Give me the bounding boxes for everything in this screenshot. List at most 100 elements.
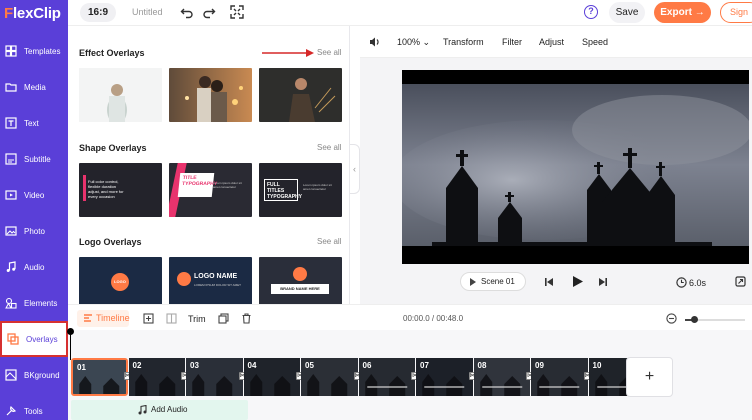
scene-duration[interactable]: 6.0s bbox=[689, 278, 706, 288]
playhead-handle-icon[interactable] bbox=[67, 328, 74, 335]
clip-number: 01 bbox=[77, 363, 86, 372]
export-button[interactable]: Export → bbox=[654, 2, 711, 23]
timeline-clip[interactable]: 06 bbox=[358, 358, 415, 396]
add-audio-button[interactable]: Add Audio bbox=[71, 400, 248, 420]
logo-overlay-thumb-1[interactable]: LOGO bbox=[79, 257, 162, 304]
effect-overlay-thumb-3[interactable] bbox=[259, 68, 342, 122]
music-note-icon bbox=[138, 405, 147, 415]
grid-icon bbox=[5, 45, 17, 57]
add-scene-icon[interactable] bbox=[143, 313, 154, 324]
overlays-icon bbox=[7, 333, 19, 345]
playhead[interactable] bbox=[67, 328, 74, 360]
clip-number: 06 bbox=[362, 361, 372, 370]
sign-in-button[interactable]: Sign bbox=[720, 2, 752, 23]
effect-overlay-thumb-2[interactable] bbox=[169, 68, 252, 122]
split-icon[interactable] bbox=[166, 313, 177, 324]
clip-number: 05 bbox=[305, 361, 314, 370]
sidebar-item-photo[interactable]: Photo bbox=[0, 213, 68, 249]
video-icon bbox=[5, 190, 17, 200]
logo-overlay-thumb-3[interactable]: BRAND NAME HERE bbox=[259, 257, 342, 304]
redo-icon[interactable] bbox=[202, 5, 216, 19]
effect-overlay-thumb-1[interactable] bbox=[79, 68, 162, 122]
shape-overlay-thumb-3[interactable]: FULL TITLES TYPOGRAPHY Lorem ipsum dolor… bbox=[259, 163, 342, 217]
delete-icon[interactable] bbox=[241, 313, 252, 324]
undo-icon[interactable] bbox=[180, 5, 194, 19]
sidebar-item-subtitle[interactable]: Subtitle bbox=[0, 141, 68, 177]
volume-icon[interactable] bbox=[369, 36, 381, 48]
clip-number: 08 bbox=[477, 361, 487, 370]
collapse-panel-button[interactable]: ‹ bbox=[350, 144, 360, 194]
flexclip-logo[interactable]: FlexClip bbox=[4, 5, 61, 22]
expand-icon[interactable] bbox=[735, 276, 746, 287]
shape-overlay-thumb-2[interactable]: TITLE TYPOGRAPHY Lorem ipsum dolor sit a… bbox=[169, 163, 252, 217]
add-scene-button[interactable]: + bbox=[626, 357, 673, 397]
video-preview[interactable] bbox=[402, 70, 749, 264]
trim-button[interactable]: Trim bbox=[188, 314, 206, 324]
filter-button[interactable]: Filter bbox=[502, 37, 522, 47]
sidebar-item-label: BKground bbox=[24, 370, 60, 380]
timeline-toolbar: Timeline Trim 00:00.0 / 00:48.0 bbox=[68, 304, 752, 330]
duplicate-icon[interactable] bbox=[218, 313, 229, 324]
timeline-clip[interactable]: 04 bbox=[243, 358, 300, 396]
speed-button[interactable]: Speed bbox=[582, 37, 608, 47]
tools-icon bbox=[6, 405, 17, 416]
sidebar-item-templates[interactable]: Templates bbox=[0, 33, 68, 69]
timeline-clip[interactable]: 08 bbox=[473, 358, 530, 396]
shape-overlay-thumb-1[interactable]: Full color control, flexible duration ad… bbox=[79, 163, 162, 217]
zoom-out-icon[interactable] bbox=[666, 313, 677, 324]
red-arrow-annotation-icon bbox=[262, 49, 314, 57]
timeline-clip[interactable]: 01 bbox=[71, 358, 128, 396]
logo-circle-icon bbox=[177, 272, 191, 286]
background-icon bbox=[5, 369, 17, 381]
sidebar-item-overlays[interactable]: Overlays bbox=[0, 321, 68, 357]
clip-number: 09 bbox=[535, 361, 544, 370]
top-bar: 16:9 Untitled ? Save Export → Sign bbox=[68, 0, 752, 26]
aspect-ratio-button[interactable]: 16:9 bbox=[80, 3, 116, 22]
transform-button[interactable]: Transform bbox=[443, 37, 484, 47]
save-button[interactable]: Save bbox=[609, 2, 645, 23]
sidebar-item-text[interactable]: Text bbox=[0, 105, 68, 141]
clip-number: 04 bbox=[247, 361, 257, 370]
previous-icon[interactable] bbox=[544, 277, 554, 287]
timeline-clip[interactable]: 07 bbox=[416, 358, 473, 396]
timeline-clip[interactable]: 05 bbox=[301, 358, 358, 396]
next-icon[interactable] bbox=[598, 277, 608, 287]
timeline-clip[interactable]: 03 bbox=[186, 358, 243, 396]
sidebar-item-elements[interactable]: Elements bbox=[0, 285, 68, 321]
text-icon bbox=[5, 117, 17, 129]
clip-number: 10 bbox=[592, 361, 602, 370]
help-icon[interactable]: ? bbox=[584, 5, 598, 19]
logo-overlay-thumb-2[interactable]: LOGO NAME LOREM IPSUM DOLOR SIT AMET bbox=[169, 257, 252, 304]
timeline-icon bbox=[84, 314, 92, 322]
sidebar-item-label: Subtitle bbox=[24, 154, 51, 164]
sidebar-item-bkground[interactable]: BKground bbox=[0, 357, 68, 393]
sidebar-item-tools[interactable]: Tools bbox=[0, 393, 68, 420]
sidebar-item-audio[interactable]: Audio bbox=[0, 249, 68, 285]
sidebar-item-label: Elements bbox=[24, 298, 58, 308]
adjust-button[interactable]: Adjust bbox=[539, 37, 564, 47]
timeline-zoom-slider[interactable] bbox=[685, 316, 745, 323]
timeline-clip[interactable]: 02 bbox=[128, 358, 185, 396]
subtitle-icon bbox=[5, 153, 17, 165]
clip-number: 02 bbox=[132, 361, 142, 370]
sidebar-item-label: Photo bbox=[24, 226, 45, 236]
scene-selector[interactable]: Scene 01 bbox=[460, 272, 526, 291]
sidebar-item-media[interactable]: Media bbox=[0, 69, 68, 105]
sidebar-item-label: Tools bbox=[24, 406, 43, 416]
time-readout: 00:00.0 / 00:48.0 bbox=[403, 314, 464, 323]
sidebar-item-label: Templates bbox=[24, 46, 61, 56]
see-all-effect-overlays[interactable]: See all bbox=[317, 48, 341, 57]
folder-icon bbox=[5, 83, 17, 92]
sidebar-item-label: Audio bbox=[24, 262, 45, 272]
slider-knob[interactable] bbox=[691, 316, 698, 323]
timeline-clip[interactable]: 09 bbox=[531, 358, 588, 396]
play-icon[interactable] bbox=[571, 275, 584, 288]
play-triangle-icon bbox=[470, 278, 476, 286]
sidebar-item-video[interactable]: Video bbox=[0, 177, 68, 213]
timeline-button[interactable]: Timeline bbox=[77, 310, 130, 327]
zoom-dropdown[interactable]: 100% ⌄ bbox=[397, 37, 430, 48]
see-all-logo-overlays[interactable]: See all bbox=[317, 237, 341, 246]
project-title[interactable]: Untitled bbox=[132, 7, 163, 17]
see-all-shape-overlays[interactable]: See all bbox=[317, 143, 341, 152]
fullscreen-icon[interactable] bbox=[230, 5, 244, 19]
